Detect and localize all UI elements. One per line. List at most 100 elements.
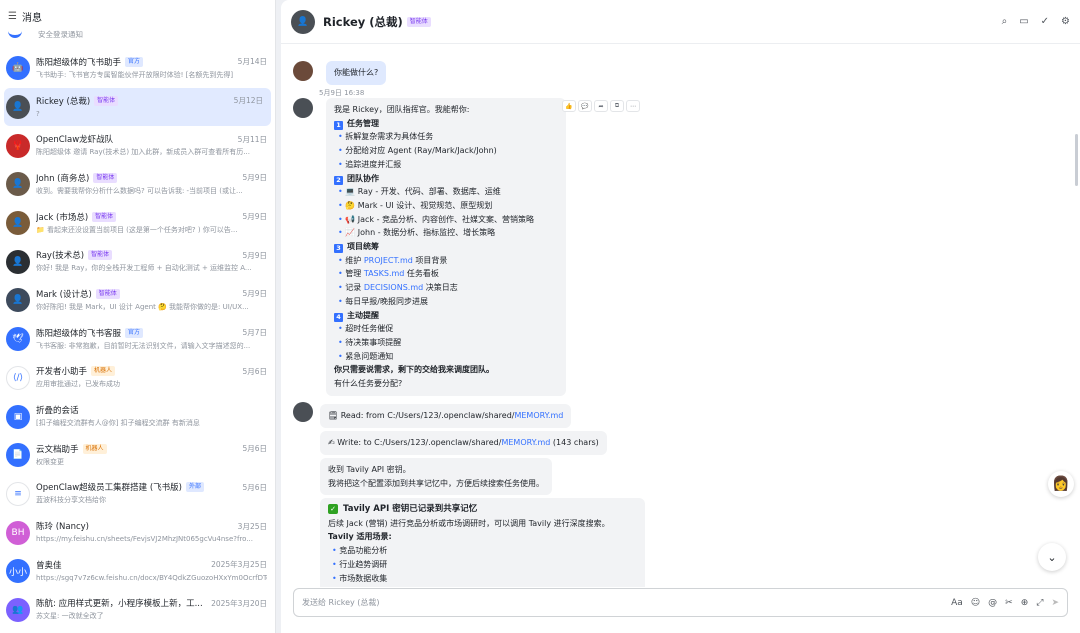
input-tools: Aa ☺ @ ✂ ⊕ ⤢ ➤ [951,598,1059,608]
conversation-item[interactable]: ▣ 折叠的会话 [扣子编程交流群有人@你] 扣子编程交流群 有新消息 [0,397,275,436]
list-item: 市场数据收集 [328,572,637,586]
file-link[interactable]: DECISIONS.md [364,283,423,292]
memory-link[interactable]: MEMORY.md [501,438,550,447]
list-text: 决策日志 [423,283,458,293]
list-item: 分配给对应 Agent (Ray/Mark/Jack/John) [334,144,558,158]
message-timestamp: 5月9日 16:38 [319,89,365,97]
card-bubble: ✓ Tavily API 密钥已记录到共享记忆 后续 Jack (营销) 进行竞品… [320,498,645,587]
assistant-avatar-icon[interactable]: 👩 [1048,471,1074,497]
user-avatar[interactable] [293,61,313,81]
scrollbar[interactable] [1075,134,1078,186]
bot-avatar[interactable] [293,402,313,422]
avatar: 🦞 [6,133,30,158]
conversation-item[interactable]: 👤 Ray(技术总) 智能体 5月9日 你好! 我是 Ray，你的全栈开发工程师 + 自… [0,242,275,281]
conversation-badge: 官方 [125,56,144,67]
reply-outro-bold: 你只需要说需求，剩下的交给我来调度团队。 [334,365,494,375]
list-item: 紧急问题通知 [334,350,558,364]
send-icon[interactable]: ➤ [1051,598,1059,608]
conversation-item[interactable]: 👤 John (商务总) 智能体 5月9日 收到。需要我帮你分析什么数据吗? 可以告诉我… [0,165,275,204]
reply-icon[interactable]: 💬 [578,100,592,112]
list-item: 维护 PROJECT.md 项目背景 [334,254,558,268]
user-bubble: 你能做什么? [326,61,387,85]
thumbs-up-icon[interactable]: 👍 [562,100,576,112]
format-icon[interactable]: Aa [951,598,963,608]
conversation-name: OpenClaw龙虾战队 [36,135,114,146]
conversation-date: 5月6日 [242,366,267,376]
conversation-item[interactable]: ⟨/⟩ 开发者小助手 机器人 5月6日 应用审批通过，已发布成功 [0,359,275,398]
avatar: ⟨/⟩ [6,365,30,390]
avatar: 👤 [6,249,30,274]
conversation-item[interactable]: ≡ OpenClaw超级员工集群搭建 (飞书版) 外部 5月6日 蓝波科技分享文档给你 [0,475,275,514]
number-icon: 2 [334,175,343,185]
conversation-item[interactable]: 🤖 陈阳超级体的飞书助手 官方 5月14日 飞书助手: 飞书官方专属智能伙伴开放限时体验… [0,49,275,88]
scroll-down-icon[interactable]: ⌄ [1038,543,1066,571]
avatar: 🤖 [6,56,30,81]
avatar: 👥 [6,597,30,622]
plus-icon[interactable]: ⊕ [1021,598,1029,608]
forward-icon[interactable]: ➦ [594,100,608,112]
conversation-preview: 📁 看起来还没设置当前项目 (这是第一个任务对吧? ) 你可以告... [36,225,238,234]
conversation-list: 🤖 陈阳超级体的飞书助手 官方 5月14日 飞书助手: 飞书官方专属智能伙伴开放限时体验… [0,49,275,629]
conversation-badge: 机器人 [82,443,107,454]
list-text: 维护 [345,255,364,265]
check-icon[interactable]: ✓ [1041,16,1049,27]
memory-link[interactable]: MEMORY.md [514,411,563,420]
avatar: 📄 [6,443,30,468]
reply-intro: 我是 Rickey，团队指挥官。我能帮你: [334,105,470,114]
check-box-icon: ✓ [328,504,338,514]
agent-badge: 智能体 [406,16,431,27]
conversation-date: 5月12日 [233,96,263,106]
bot-avatar[interactable] [293,98,313,118]
more-icon[interactable]: ⋯ [626,100,640,112]
conversation-item[interactable]: 小小 曾奥佳 2025年3月25日 https://sgq7v7z6cw.feishu… [0,552,275,591]
emoji-icon[interactable]: ☺ [971,598,980,608]
menu-collapse-icon[interactable]: ☰ [8,11,22,22]
search-icon[interactable]: ⌕ [1002,16,1008,27]
conversation-preview: 应用审批通过，已发布成功 [36,380,120,389]
list-item: 追踪进度并汇报 [334,158,558,172]
avatar[interactable]: 👤 [291,9,315,34]
mention-icon[interactable]: @ [988,598,997,608]
conversation-item[interactable]: 👤 Jack (市场总) 智能体 5月9日 📁 看起来还没设置当前项目 (这是第一个任务… [0,204,275,243]
file-link[interactable]: PROJECT.md [364,256,413,265]
top-preview-row[interactable]: 安全登录通知 [8,24,267,44]
message-area: 你能做什么? 5月9日 16:38 我是 Rickey，团队指挥官。我能帮你: … [281,52,1080,587]
list-item: 行业趋势调研 [328,558,637,572]
conversation-preview: ? [36,109,40,118]
scissors-icon[interactable]: ✂ [1005,598,1013,608]
conversation-item[interactable]: 👥 陈航: 应用样式更新，小程序模板上新，工... 2025年3月20日 苏文星: 一… [0,591,275,630]
tavily-card: ✓ Tavily API 密钥已记录到共享记忆 后续 Jack (营销) 进行竞品… [320,498,645,587]
expand-icon[interactable]: ⤢ [1036,598,1043,608]
conversation-item[interactable]: 🦞 OpenClaw龙虾战队 5月11日 陈阳超级体 邀请 Ray(技术总) 加入此群… [0,126,275,165]
conversation-item[interactable]: 📄 云文档助手 机器人 5月6日 权限变更 [0,436,275,475]
list-item: 记录 DECISIONS.md 决策日志 [334,281,558,295]
conversation-item[interactable]: 🕊 陈阳超级体的飞书客服 官方 5月7日 飞书客服: 非常抱歉，目前暂时无法识别文件，请… [0,320,275,359]
list-item: 超时任务催促 [334,322,558,336]
copy-icon[interactable]: ⧉ [610,100,624,112]
list-item: 用户反馈挖掘 [328,585,637,587]
section-heading: 3 项目统筹 [334,240,558,254]
conversation-name: 开发者小助手 [36,367,88,378]
conversation-item[interactable]: 👤 Mark (设计总) 智能体 5月9日 你好陈阳! 我是 Mark，UI 设计 Ag… [0,281,275,320]
gear-icon[interactable]: ⚙ [1061,16,1070,27]
conversation-badge: 智能体 [94,95,119,106]
conversation-date: 5月6日 [242,444,267,454]
list-item: 📢 Jack - 竞品分析、内容创作、社媒文案、营销策略 [334,213,558,227]
reply-outro: 有什么任务要分配? [334,379,403,389]
card-line: 后续 Jack (营销) 进行竞品分析或市场调研时，可以调用 Tavily 进行… [328,518,610,528]
screen-icon[interactable]: ▭ [1019,16,1028,27]
list-item: 竞品功能分析 [328,544,637,558]
conversation-date: 2025年3月20日 [211,598,267,608]
list-item: 💻 Ray - 开发、代码、部署、数据库、运维 [334,185,558,199]
conversation-preview: 陈阳超级体 邀请 Ray(技术总) 加入此群，新成员入群可查看所有历... [36,148,250,157]
card-title: Tavily API 密钥已记录到共享记忆 [343,504,478,514]
user-message: 你能做什么? [293,61,387,85]
message-input[interactable]: 发送给 Rickey (总裁) Aa ☺ @ ✂ ⊕ ⤢ ➤ [293,588,1068,617]
sidebar: ☰ 消息 安全登录通知 🤖 陈阳超级体的飞书助手 官方 5月14日 飞书助手: 飞书官方… [0,0,276,633]
conversation-badge: 官方 [125,327,144,338]
avatar: 小小 [6,559,30,584]
chat-header: 👤 Rickey (总裁) 智能体 ⌕ ▭ ✓ ⚙ [281,0,1080,44]
conversation-item[interactable]: BH 陈玲 (Nancy) 3月25日 https://my.feishu.cn/sh… [0,513,275,552]
file-link[interactable]: TASKS.md [364,269,405,278]
conversation-item[interactable]: 👤 Rickey (总裁) 智能体 5月12日? [4,87,271,127]
